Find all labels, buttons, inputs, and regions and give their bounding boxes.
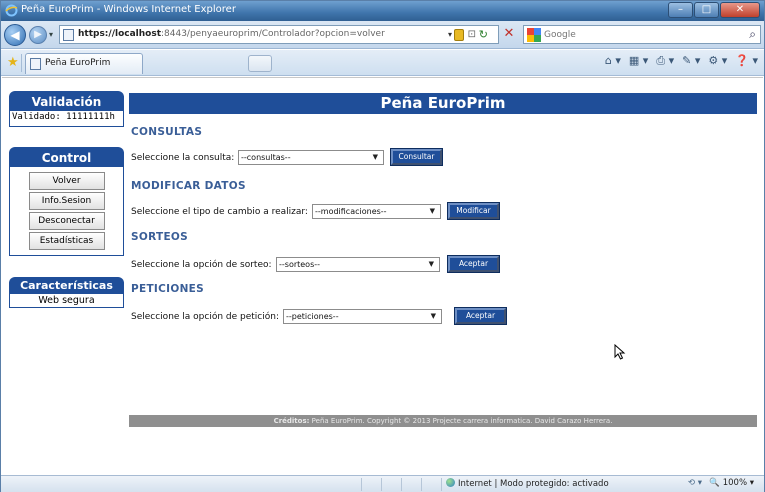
help-icon[interactable]: ❓ ▾ xyxy=(735,54,758,68)
safety-menu-icon[interactable]: ⚙ ▾ xyxy=(708,54,727,68)
back-button[interactable]: ◀ xyxy=(4,24,26,46)
tab-bar: ★ Peña EuroPrim ⌂ ▾ ▦ ▾ ⎙ ▾ ✎ ▾ ⚙ ▾ ❓ ▾ xyxy=(1,50,764,76)
control-heading: Control xyxy=(9,147,124,167)
divider xyxy=(401,478,402,491)
address-dropdown-icon[interactable]: ▾ xyxy=(448,30,452,39)
peticiones-aceptar-button[interactable]: Aceptar xyxy=(455,308,506,324)
window-controls: – □ ✕ xyxy=(668,2,760,18)
protected-mode-icon[interactable]: ⟲ ▾ xyxy=(688,478,702,488)
internet-explorer-icon xyxy=(5,4,18,17)
tab-page-icon xyxy=(30,58,41,70)
modificaciones-select-value: --modificaciones-- xyxy=(315,207,387,216)
security-zone-label: Internet | Modo protegido: activado xyxy=(458,479,609,489)
peticiones-select[interactable]: --peticiones-- ▼ xyxy=(283,309,442,324)
validation-heading: Validación xyxy=(9,91,124,111)
chevron-down-icon: ▼ xyxy=(428,260,434,268)
google-icon xyxy=(527,28,541,42)
tab-label: Peña EuroPrim xyxy=(45,58,111,68)
address-bar[interactable]: https://localhost:8443/penyaeuroprim/Con… xyxy=(59,25,499,44)
section-title-modificar-datos: MODIFICAR DATOS xyxy=(131,180,246,192)
modificaciones-select[interactable]: --modificaciones-- ▼ xyxy=(312,204,441,219)
section-title-consultas: CONSULTAS xyxy=(131,126,203,138)
home-icon[interactable]: ⌂ ▾ xyxy=(605,54,621,68)
zoom-value: 100% xyxy=(722,478,748,488)
maximize-button[interactable]: □ xyxy=(694,2,719,18)
consulta-label: Seleccione la consulta: xyxy=(131,153,235,163)
info-sesion-button[interactable]: Info.Sesion xyxy=(28,192,105,210)
validation-panel: Validación Validado: 11111111h xyxy=(9,91,124,127)
consulta-select-value: --consultas-- xyxy=(241,153,291,162)
search-icon[interactable]: ⌕ xyxy=(749,27,756,42)
feeds-icon[interactable]: ▦ ▾ xyxy=(629,54,648,68)
divider xyxy=(381,478,382,491)
sorteos-select[interactable]: --sorteos-- ▼ xyxy=(276,257,440,272)
divider xyxy=(421,478,422,491)
consulta-select[interactable]: --consultas-- ▼ xyxy=(238,150,384,165)
new-tab-button[interactable] xyxy=(248,55,272,72)
command-bar: ⌂ ▾ ▦ ▾ ⎙ ▾ ✎ ▾ ⚙ ▾ ❓ ▾ xyxy=(605,54,758,68)
consultar-button[interactable]: Consultar xyxy=(391,149,442,165)
search-box[interactable]: ⌕ xyxy=(523,25,761,44)
control-panel: Control Volver Info.Sesion Desconectar E… xyxy=(9,147,124,256)
chevron-down-icon: ▼ xyxy=(430,312,436,320)
credits-text: Peña EuroPrim. Copyright © 2013 Projecte… xyxy=(311,417,613,425)
sidebar: Validación Validado: 11111111h Control V… xyxy=(9,91,124,308)
print-icon[interactable]: ⎙ ▾ xyxy=(656,54,674,68)
divider xyxy=(441,478,442,491)
window-title: Peña EuroPrim - Windows Internet Explore… xyxy=(21,4,236,15)
chevron-down-icon: ▼ xyxy=(429,207,435,215)
stop-button[interactable]: ✕ xyxy=(501,26,517,42)
page-title: Peña EuroPrim xyxy=(129,93,757,114)
page-content: Validación Validado: 11111111h Control V… xyxy=(2,77,763,474)
title-bar: Peña EuroPrim - Windows Internet Explore… xyxy=(1,1,764,21)
mouse-cursor-icon xyxy=(614,344,626,360)
modificar-button[interactable]: Modificar xyxy=(448,203,499,219)
lock-icon[interactable] xyxy=(454,29,464,41)
features-heading: Características xyxy=(9,277,124,294)
features-panel: Características Web segura xyxy=(9,277,124,308)
status-bar: Internet | Modo protegido: activado ⟲ ▾ … xyxy=(1,475,764,492)
address-url[interactable]: https://localhost:8443/penyaeuroprim/Con… xyxy=(78,29,385,39)
history-dropdown-icon[interactable]: ▾ xyxy=(49,30,53,39)
modificar-label: Seleccione el tipo de cambio a realizar: xyxy=(131,207,308,217)
peticion-label: Seleccione la opción de petición: xyxy=(131,312,279,322)
page-icon xyxy=(63,29,74,41)
section-title-peticiones: PETICIONES xyxy=(131,283,204,295)
favorites-star-icon[interactable]: ★ xyxy=(7,55,19,70)
sorteo-label: Seleccione la opción de sorteo: xyxy=(131,260,272,270)
divider xyxy=(361,478,362,491)
credits-label: Créditos: xyxy=(273,417,310,425)
compatibility-view-icon[interactable]: ⊡ xyxy=(468,29,476,40)
search-input[interactable] xyxy=(544,28,734,41)
desconectar-button[interactable]: Desconectar xyxy=(28,212,105,230)
zoom-level[interactable]: 🔍 100% ▾ xyxy=(709,478,754,488)
sorteos-aceptar-button[interactable]: Aceptar xyxy=(448,256,499,272)
estadisticas-button[interactable]: Estadísticas xyxy=(28,232,105,250)
volver-button[interactable]: Volver xyxy=(28,172,105,190)
peticiones-select-value: --peticiones-- xyxy=(286,312,339,321)
section-title-sorteos: SORTEOS xyxy=(131,231,189,243)
security-zone[interactable]: Internet | Modo protegido: activado xyxy=(446,478,609,489)
refresh-icon[interactable]: ↻ xyxy=(479,28,488,41)
page-menu-icon[interactable]: ✎ ▾ xyxy=(682,54,700,68)
navigation-bar: ◀ ▶ ▾ https://localhost:8443/penyaeuropr… xyxy=(1,21,764,49)
credits-footer: Créditos: Peña EuroPrim. Copyright © 201… xyxy=(129,415,757,427)
browser-window: Peña EuroPrim - Windows Internet Explore… xyxy=(0,0,765,492)
tab-pena-europrim[interactable]: Peña EuroPrim xyxy=(25,53,143,74)
sorteos-select-value: --sorteos-- xyxy=(279,260,321,269)
forward-button[interactable]: ▶ xyxy=(29,26,47,44)
divider xyxy=(21,54,22,72)
close-window-button[interactable]: ✕ xyxy=(720,2,760,18)
minimize-button[interactable]: – xyxy=(668,2,693,18)
validation-status: Validado: 11111111h xyxy=(12,112,115,122)
globe-icon xyxy=(446,478,455,487)
features-value: Web segura xyxy=(9,294,124,308)
chevron-down-icon: ▼ xyxy=(372,153,378,161)
